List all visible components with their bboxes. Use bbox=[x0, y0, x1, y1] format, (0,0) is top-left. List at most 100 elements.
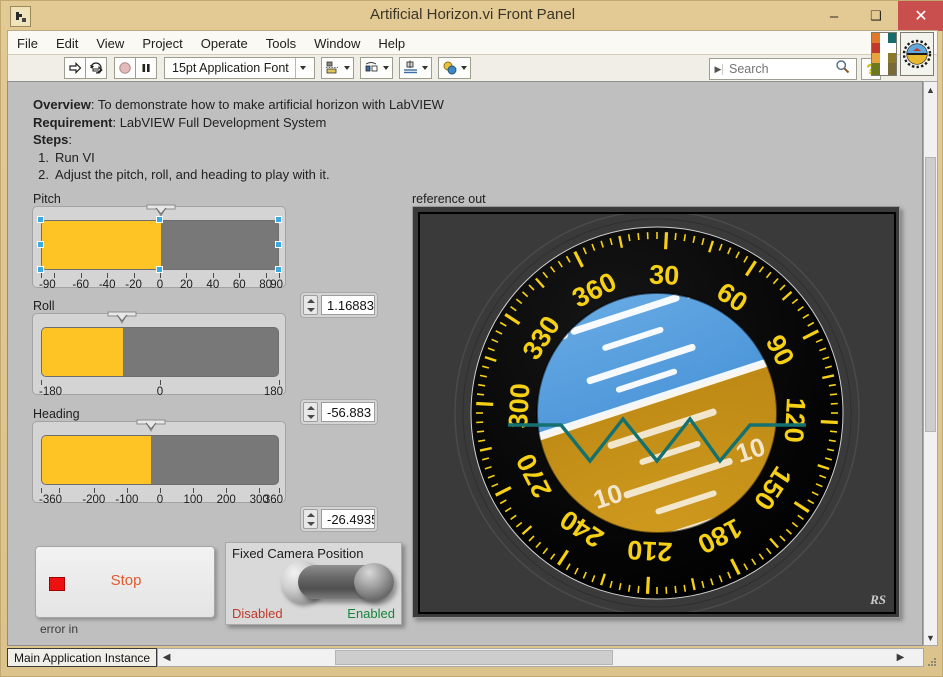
compass-heading-label: 30 bbox=[648, 259, 680, 291]
run-continuously-icon[interactable] bbox=[85, 57, 107, 79]
pitch-slider-track[interactable] bbox=[41, 220, 279, 270]
chevron-left-icon[interactable]: ◀ bbox=[158, 649, 175, 666]
roll-value[interactable]: -56.883 bbox=[321, 402, 375, 422]
menu-edit[interactable]: Edit bbox=[47, 33, 87, 54]
roll-label: Roll bbox=[33, 299, 55, 313]
vertical-scrollbar-thumb[interactable] bbox=[925, 157, 936, 432]
menu-tools[interactable]: Tools bbox=[257, 33, 305, 54]
requirement-line: Requirement: LabVIEW Full Development Sy… bbox=[33, 114, 593, 132]
spinner-down-arrow[interactable] bbox=[307, 522, 315, 526]
align-objects-icon[interactable] bbox=[321, 57, 354, 79]
stop-button[interactable]: Stop bbox=[35, 546, 215, 618]
tick-label: -60 bbox=[72, 279, 89, 291]
tick-mark bbox=[279, 488, 280, 493]
overview-text: : To demonstrate how to make artificial … bbox=[91, 97, 444, 112]
menu-help[interactable]: Help bbox=[369, 33, 414, 54]
reorder-objects-icon[interactable] bbox=[438, 57, 471, 79]
heading-numeric-display[interactable]: -26.4935 bbox=[300, 506, 378, 532]
font-selector[interactable]: 15pt Application Font bbox=[164, 57, 315, 79]
font-selector-caret[interactable] bbox=[295, 58, 310, 78]
selection-handle[interactable] bbox=[37, 266, 44, 273]
compass-tick bbox=[830, 394, 837, 395]
resize-grip-icon[interactable] bbox=[924, 648, 938, 667]
magnifier-icon[interactable] bbox=[835, 59, 850, 79]
selection-handle[interactable] bbox=[37, 216, 44, 223]
horizontal-scrollbar-thumb[interactable] bbox=[335, 650, 613, 665]
spinner-up-arrow[interactable] bbox=[307, 299, 315, 303]
selection-handle[interactable] bbox=[275, 241, 282, 248]
tick-mark bbox=[266, 273, 267, 278]
chevron-right-icon[interactable]: ▶ bbox=[892, 649, 909, 666]
tick-label: 0 bbox=[157, 386, 163, 398]
roll-slider-track[interactable] bbox=[41, 327, 279, 377]
step-number: 2. bbox=[33, 166, 55, 184]
compass-tick bbox=[666, 232, 667, 249]
tick-mark bbox=[160, 488, 161, 493]
search-dropdown-icon[interactable]: ▶ bbox=[714, 64, 723, 75]
abort-execution-icon[interactable] bbox=[114, 57, 136, 79]
search-input[interactable] bbox=[727, 61, 835, 77]
heading-slider-thumb[interactable] bbox=[135, 418, 167, 434]
selection-handle[interactable] bbox=[275, 266, 282, 273]
color-palette-icon[interactable] bbox=[871, 32, 897, 76]
pitch-value[interactable]: 1.16883 bbox=[321, 295, 375, 315]
documentation-text: Overview: To demonstrate how to make art… bbox=[33, 96, 593, 184]
resize-objects-icon[interactable] bbox=[399, 57, 432, 79]
search-box[interactable]: ▶ bbox=[709, 58, 857, 80]
tick-mark bbox=[193, 488, 194, 493]
menu-file[interactable]: File bbox=[8, 33, 47, 54]
roll-spinner[interactable] bbox=[303, 402, 318, 422]
compass-heading-label: 120 bbox=[779, 397, 811, 444]
tick-mark bbox=[239, 273, 240, 278]
heading-value[interactable]: -26.4935 bbox=[321, 509, 375, 529]
toggle-knob[interactable] bbox=[354, 563, 394, 601]
pitch-numeric-display[interactable]: 1.16883 bbox=[300, 292, 378, 318]
tick-mark bbox=[41, 380, 42, 385]
heading-slider-fill bbox=[42, 436, 151, 484]
menu-window[interactable]: Window bbox=[305, 33, 369, 54]
pitch-scale: -90-60-40-2002040608090 bbox=[41, 273, 279, 293]
heading-slider[interactable]: -360-200-1000100200300360 bbox=[32, 421, 286, 503]
horizontal-scrollbar[interactable]: ◀ ▶ bbox=[157, 648, 924, 667]
compass-tick bbox=[478, 385, 485, 386]
front-panel-canvas: Overview: To demonstrate how to make art… bbox=[7, 81, 923, 646]
spinner-down-arrow[interactable] bbox=[307, 415, 315, 419]
selection-handle[interactable] bbox=[37, 241, 44, 248]
vi-connector-icon[interactable] bbox=[900, 32, 934, 76]
selection-handle[interactable] bbox=[156, 216, 163, 223]
spinner-up-arrow[interactable] bbox=[307, 513, 315, 517]
maximize-button[interactable]: ❑ bbox=[854, 1, 898, 31]
minimize-button[interactable]: – bbox=[812, 1, 856, 31]
pitch-spinner[interactable] bbox=[303, 295, 318, 315]
menu-project[interactable]: Project bbox=[133, 33, 191, 54]
close-button[interactable]: ✕ bbox=[898, 1, 943, 31]
chevron-down-icon[interactable]: ▼ bbox=[924, 630, 937, 645]
roll-slider-thumb[interactable] bbox=[106, 310, 138, 326]
pause-icon[interactable] bbox=[135, 57, 157, 79]
spinner-up-arrow[interactable] bbox=[307, 406, 315, 410]
distribute-objects-icon[interactable] bbox=[360, 57, 393, 79]
menu-view[interactable]: View bbox=[87, 33, 133, 54]
pitch-slider[interactable]: -90-60-40-2002040608090 bbox=[32, 206, 286, 288]
heading-slider-track[interactable] bbox=[41, 435, 279, 485]
compass-tick bbox=[629, 234, 630, 241]
run-arrow-icon[interactable] bbox=[64, 57, 86, 79]
selection-handle[interactable] bbox=[275, 216, 282, 223]
roll-numeric-display[interactable]: -56.883 bbox=[300, 399, 378, 425]
vertical-scrollbar[interactable]: ▲ ▼ bbox=[923, 81, 938, 646]
reference-out-3d-picture[interactable]: 360306090120150180210240270300330 bbox=[412, 206, 900, 618]
application-instance-label[interactable]: Main Application Instance bbox=[7, 648, 157, 667]
heading-spinner[interactable] bbox=[303, 509, 318, 529]
tick-label: -90 bbox=[39, 279, 56, 291]
selection-handle[interactable] bbox=[156, 266, 163, 273]
fixed-camera-position-toggle[interactable]: Fixed Camera Position Disabled Enabled bbox=[225, 542, 402, 625]
tool-bar: 15pt Application Font bbox=[7, 54, 938, 82]
roll-slider[interactable]: -1800180 bbox=[32, 313, 286, 395]
compass-heading-label: 300 bbox=[503, 383, 535, 430]
spinner-down-arrow[interactable] bbox=[307, 308, 315, 312]
artificial-horizon-graphic: 360306090120150180210240270300330 bbox=[420, 214, 894, 612]
chevron-up-icon[interactable]: ▲ bbox=[924, 82, 937, 97]
menu-operate[interactable]: Operate bbox=[192, 33, 257, 54]
artificial-horizon-display[interactable]: 360306090120150180210240270300330 bbox=[418, 212, 896, 614]
tick-mark bbox=[94, 488, 95, 493]
